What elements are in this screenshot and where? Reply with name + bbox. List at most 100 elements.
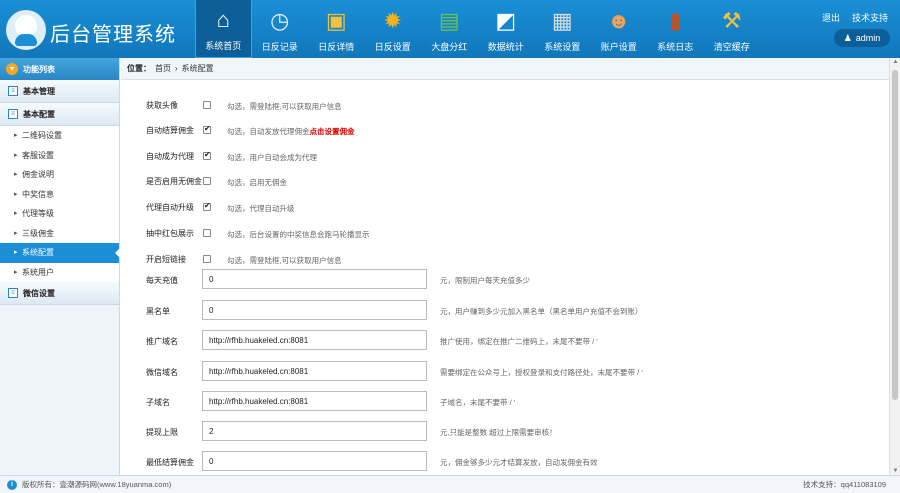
field-label: 开启短链接 <box>146 255 186 264</box>
nav-item-3[interactable]: ✹ 日反设置 <box>365 0 422 58</box>
field-hint: 子域名，末尾不要带 / ' <box>440 398 516 407</box>
text-input[interactable]: 2 <box>202 421 427 441</box>
breadcrumb: 位置： 首页 › 系统配置 <box>121 58 889 80</box>
chart-icon: ◩ <box>495 8 517 33</box>
field-label: 抽中红包展示 <box>146 229 194 238</box>
gear-icon: ✹ <box>383 8 402 33</box>
field-hint: 推广使用，绑定在推广二维码上，末尾不要带 / ' <box>440 337 598 346</box>
nav-item-5[interactable]: ◩ 数据统计 <box>478 0 535 58</box>
field-hint: 勾选，用户自动会成为代理 <box>227 152 317 163</box>
checkbox[interactable] <box>203 101 211 109</box>
nav-item-4[interactable]: ▤ 大盘分红 <box>421 0 478 58</box>
checkbox[interactable] <box>203 201 211 211</box>
book-icon: ▮ <box>669 8 682 33</box>
breadcrumb-separator: › <box>175 64 178 73</box>
support-link[interactable]: 技术支持 <box>852 11 888 24</box>
field-hint: 勾选，后台设置的中奖信息会跑马轮播显示 <box>227 229 370 240</box>
footer: i 版权所有：壹潮源码网(www.18yuanma.com) 技术支持：qq41… <box>0 475 900 493</box>
field-label: 黑名单 <box>146 307 170 316</box>
field-label: 提现上限 <box>146 428 178 437</box>
nav-item-label: 大盘分红 <box>431 42 468 52</box>
sidebar-item[interactable]: 三级佣金 <box>0 223 119 243</box>
nav-item-label: 日反详情 <box>318 42 355 52</box>
field-hint: 勾选，需登陆框,可以获取用户信息 <box>227 255 342 266</box>
nav-item-label: 系统日志 <box>657 42 694 52</box>
tools-icon: ⚒ <box>721 8 742 33</box>
logout-link[interactable]: 退出 <box>822 11 840 24</box>
nav-item-label: 系统首页 <box>205 41 242 51</box>
sidebar-item[interactable]: 系统用户 <box>0 262 119 282</box>
checkbox[interactable] <box>203 124 211 134</box>
sidebar-item[interactable]: 二维码设置 <box>0 126 119 146</box>
checkbox[interactable] <box>203 177 211 185</box>
sidebar-section[interactable]: ≡ 基本管理 <box>0 80 119 103</box>
checkbox[interactable] <box>203 229 211 237</box>
breadcrumb-home[interactable]: 首页 <box>155 63 171 74</box>
user-icon: ♟ <box>843 32 852 43</box>
field-label: 是否启用无佣金 <box>146 177 202 186</box>
sidebar-section-label: 基本配置 <box>23 109 55 119</box>
field-hint-text: 勾选，需登陆框,可以获取用户信息 <box>227 102 342 111</box>
field-hint-text: 勾选，启用无佣金 <box>227 178 287 187</box>
copyright-text: 版权所有：壹潮源码网(www.18yuanma.com) <box>22 480 172 489</box>
field-label: 最低结算佣金 <box>146 458 194 467</box>
field-hint: 元，限制用户每天充值多少 <box>440 276 530 285</box>
field-hint: 元，用户赚到多少元加入黑名单（黑名单用户充值不会到账） <box>440 307 643 316</box>
sidebar-item[interactable]: 客服设置 <box>0 145 119 165</box>
list-icon: ≡ <box>8 109 18 119</box>
field-label: 自动结算佣金 <box>146 126 194 135</box>
admin-badge[interactable]: ♟ admin <box>834 29 890 47</box>
contact-text: 技术支持：qq411083109 <box>803 480 886 489</box>
field-hint: 需要绑定在公众号上，授权登录和支付路径处，末尾不要带 / ' <box>440 368 643 377</box>
sidebar-title[interactable]: ▼ 功能列表 <box>0 58 119 80</box>
field-label: 获取头像 <box>146 101 178 110</box>
text-input[interactable]: 0 <box>202 269 427 289</box>
scroll-down-icon[interactable]: ▼ <box>892 468 899 474</box>
list-icon: ≡ <box>8 86 18 96</box>
document-icon: ▣ <box>325 8 347 33</box>
settings-icon: ▦ <box>551 8 573 33</box>
nav-item-7[interactable]: ☻ 账户设置 <box>591 0 648 58</box>
field-hint-text: 勾选，需登陆框,可以获取用户信息 <box>227 256 342 265</box>
text-input[interactable]: http://rfhb.huakeled.cn:8081 <box>202 330 427 350</box>
field-label: 自动成为代理 <box>146 152 194 161</box>
vertical-scrollbar[interactable]: ▲ ▼ <box>889 58 900 475</box>
text-input[interactable]: http://rfhb.huakeled.cn:8081 <box>202 361 427 381</box>
sidebar-section-label: 微信设置 <box>23 288 55 298</box>
sidebar-section-label: 基本管理 <box>23 86 55 96</box>
brand-title: 后台管理系统 <box>50 22 176 46</box>
nav-item-0[interactable]: ⌂ 系统首页 <box>195 0 252 58</box>
sidebar-item[interactable]: 代理等级 <box>0 204 119 224</box>
nav-item-label: 日反设置 <box>374 42 411 52</box>
checkbox[interactable] <box>203 150 211 160</box>
sidebar-item[interactable]: 佣金说明 <box>0 165 119 185</box>
text-input[interactable]: 0 <box>202 451 427 471</box>
nav-item-8[interactable]: ▮ 系统日志 <box>647 0 704 58</box>
list-icon: ≡ <box>8 288 18 298</box>
nav-item-6[interactable]: ▦ 系统设置 <box>534 0 591 58</box>
text-input[interactable]: http://rfhb.huakeled.cn:8081 <box>202 391 427 411</box>
top-links: 退出 技术支持 <box>822 11 888 24</box>
top-nav: ⌂ 系统首页 ◷ 日反记录 ▣ 日反详情 ✹ 日反设置 ▤ 大盘分红 ◩ 数据统计 ▦ 系统设置 ☻ 账户设置… <box>195 0 760 58</box>
home-icon: ⌂ <box>216 7 230 32</box>
sidebar-section[interactable]: ≡ 微信设置 <box>0 282 119 305</box>
field-label: 代理自动升级 <box>146 203 194 212</box>
scroll-up-icon[interactable]: ▲ <box>892 59 899 65</box>
sidebar-item[interactable]: 中奖信息 <box>0 184 119 204</box>
field-label: 每天充值 <box>146 276 178 285</box>
sidebar-section[interactable]: ≡ 基本配置 <box>0 103 119 126</box>
breadcrumb-prefix: 位置： <box>127 64 151 73</box>
sidebar-item[interactable]: 系统配置 <box>0 243 120 263</box>
set-commission-link[interactable]: 点击设置佣金 <box>310 127 355 136</box>
scroll-thumb[interactable] <box>892 70 898 400</box>
text-input[interactable]: 0 <box>202 300 427 320</box>
nav-item-2[interactable]: ▣ 日反详情 <box>308 0 365 58</box>
field-hint: 勾选，启用无佣金 <box>227 177 287 188</box>
field-hint-text: 勾选，用户自动会成为代理 <box>227 153 317 162</box>
field-hint-text: 勾选，后台设置的中奖信息会跑马轮播显示 <box>227 230 370 239</box>
field-hint: 元，佣金够多少元才结算发放，自动发佣金有效 <box>440 458 598 467</box>
nav-item-1[interactable]: ◷ 日反记录 <box>252 0 309 58</box>
header: 后台管理系统 ⌂ 系统首页 ◷ 日反记录 ▣ 日反详情 ✹ 日反设置 ▤ 大盘分红 ◩ 数据统计 ▦ 系统… <box>0 0 900 58</box>
nav-item-9[interactable]: ⚒ 清空缓存 <box>704 0 761 58</box>
checkbox[interactable] <box>203 255 211 263</box>
